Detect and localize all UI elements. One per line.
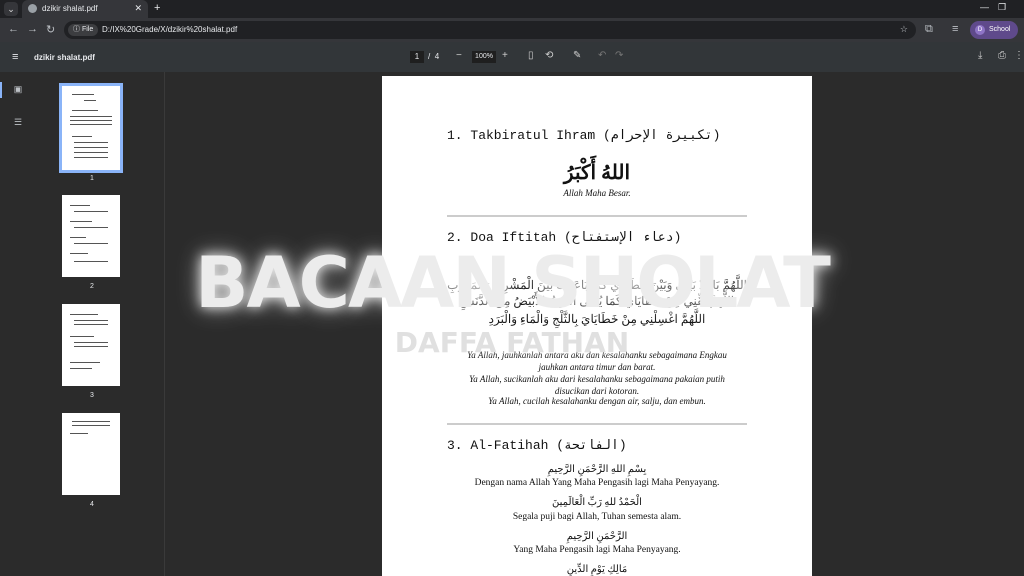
tab-strip: ⌄ dzikir shalat.pdf ✕ + — ❐ — [0, 0, 1024, 18]
sidebar-active-indicator — [0, 82, 2, 98]
outline-view-icon[interactable]: ☰ — [12, 117, 24, 129]
forward-icon[interactable]: → — [27, 23, 38, 35]
pdf-filename: dzikir shalat.pdf — [34, 53, 95, 62]
page-count: / 4 — [428, 52, 440, 61]
takbir-translation: Allah Maha Besar. — [563, 188, 631, 198]
close-tab-icon[interactable]: ✕ — [134, 3, 142, 14]
zoom-in-icon[interactable]: + — [502, 50, 508, 61]
undo-icon[interactable]: ↶ — [598, 50, 606, 61]
thumbnail-label-1: 1 — [90, 175, 94, 182]
fatihah-arabic-1: بِسْمِ اللهِ الرَّحْمَنِ الرَّحِيمِ — [547, 464, 647, 475]
restore-icon[interactable]: ❐ — [998, 2, 1006, 13]
section-3-heading: 3. Al-Fatihah (الفاتحة) — [447, 438, 627, 453]
tab-groups-icon[interactable]: ≡ — [952, 23, 958, 35]
thumbnail-sidebar: ▣ ☰ 1 2 3 4 — [0, 72, 165, 576]
section-divider — [447, 423, 747, 425]
annotate-icon[interactable]: ✎ — [573, 50, 581, 61]
tab-title: dzikir shalat.pdf — [42, 4, 98, 13]
back-icon[interactable]: ← — [8, 23, 19, 35]
globe-icon — [28, 4, 37, 13]
navigation-bar: ← → ↻ ⓘ File D:/IX%20Grade/X/dzikir%20sh… — [0, 18, 1024, 42]
page-number-input[interactable]: 1 — [410, 51, 424, 63]
new-tab-button[interactable]: + — [154, 2, 160, 14]
thumbnail-label-3: 3 — [90, 392, 94, 399]
thumbnails-view-icon[interactable]: ▣ — [12, 84, 24, 96]
page-thumbnail-4[interactable] — [62, 413, 120, 495]
takbir-arabic: اللهُ أَكْبَرُ — [563, 162, 631, 184]
iftitah-translation-5: Ya Allah, cucilah kesalahanku dengan air… — [488, 396, 706, 406]
thumbnail-label-4: 4 — [90, 501, 94, 508]
tab-dzikir-shalat[interactable]: dzikir shalat.pdf ✕ — [22, 0, 148, 18]
profile-button[interactable]: D School — [970, 21, 1018, 39]
fatihah-translation-2: Segala puji bagi Allah, Tuhan semesta al… — [512, 512, 682, 522]
fatihah-translation-3: Yang Maha Pengasih lagi Maha Penyayang. — [513, 545, 681, 555]
page-thumbnail-1[interactable] — [59, 83, 123, 173]
rotate-icon[interactable]: ⟲ — [545, 50, 553, 61]
profile-label: School — [989, 26, 1011, 33]
fatihah-arabic-4: مَالِكِ يَوْمِ الدِّينِ — [566, 564, 628, 575]
overlay-title: BACAAN SHOLAT — [195, 242, 831, 324]
minimize-icon[interactable]: — — [980, 2, 989, 12]
profile-avatar: D — [975, 25, 985, 35]
iftitah-translation-2: jauhkan antara timur dan barat. — [538, 362, 656, 372]
zoom-input[interactable]: 100% — [472, 51, 496, 63]
extensions-icon[interactable]: ⧉ — [925, 23, 933, 36]
redo-icon[interactable]: ↷ — [615, 50, 623, 61]
site-info-chip[interactable]: ⓘ File — [68, 24, 99, 36]
pdf-toolbar: ≡ dzikir shalat.pdf 1 / 4 − 100% + ▯ ⟲ ✎… — [0, 42, 1024, 72]
fatihah-arabic-3: الرَّحْمَنِ الرَّحِيمِ — [566, 531, 628, 542]
fit-page-icon[interactable]: ▯ — [528, 50, 534, 61]
zoom-out-icon[interactable]: − — [456, 50, 462, 61]
fatihah-translation-1: Dengan nama Allah Yang Maha Pengasih lag… — [474, 478, 720, 488]
more-options-icon[interactable]: ⋮ — [1014, 50, 1024, 61]
tab-search-button[interactable]: ⌄ — [4, 2, 18, 16]
hamburger-menu-icon[interactable]: ≡ — [12, 51, 18, 63]
iftitah-translation-3: Ya Allah, sucikanlah aku dari kesalahank… — [469, 374, 725, 384]
address-bar[interactable]: ⓘ File D:/IX%20Grade/X/dzikir%20shalat.p… — [64, 21, 916, 39]
reload-icon[interactable]: ↻ — [46, 23, 55, 36]
bookmark-star-icon[interactable]: ☆ — [900, 24, 908, 35]
fatihah-arabic-2: الْحَمْدُ للهِ رَبِّ الْعَالَمِينَ — [552, 497, 642, 508]
section-divider — [447, 215, 747, 217]
overlay-subtitle: DAFFA FATHAN — [394, 326, 630, 359]
section-1-heading: 1. Takbiratul Ihram (تكبيرة الإحرام) — [447, 128, 721, 143]
url-text[interactable]: D:/IX%20Grade/X/dzikir%20shalat.pdf — [102, 25, 237, 34]
print-icon[interactable]: ⎙ — [998, 50, 1006, 61]
iftitah-translation-4: disucikan dari kotoran. — [554, 386, 640, 396]
download-icon[interactable]: ⤓ — [978, 50, 982, 61]
